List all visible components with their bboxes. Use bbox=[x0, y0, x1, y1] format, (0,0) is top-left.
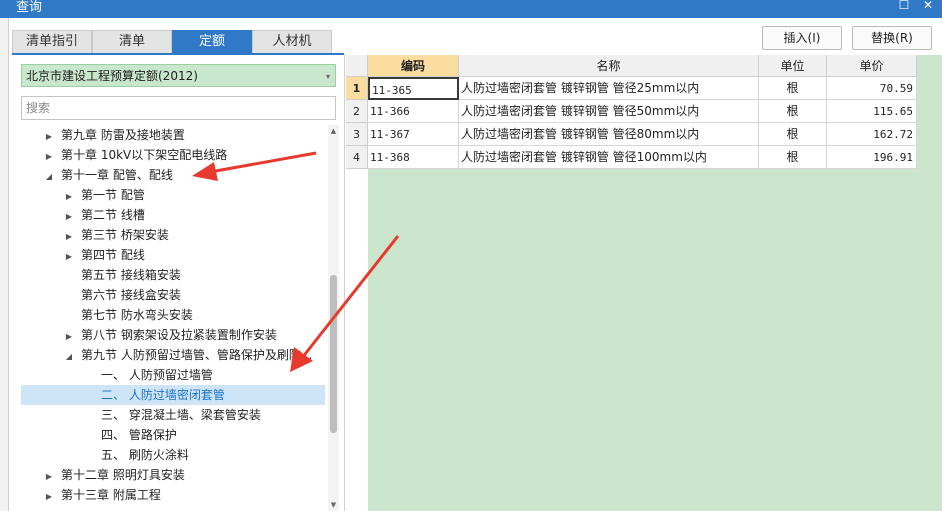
tree-item-label: 二、 人防过墙密闭套管 bbox=[101, 388, 225, 402]
cell-name[interactable]: 人防过墙密闭套管 镀锌钢管 管径25mm以内 bbox=[459, 77, 759, 100]
expand-arrow-icon[interactable]: ▶ bbox=[63, 207, 75, 227]
tree-item[interactable]: 五、 刷防火涂料 bbox=[21, 445, 325, 465]
insert-button[interactable]: 插入(I) bbox=[762, 26, 842, 50]
scroll-up-icon[interactable]: ▲ bbox=[328, 125, 339, 137]
restore-icon[interactable]: ☐ bbox=[896, 0, 912, 12]
cell-unit[interactable]: 根 bbox=[759, 123, 827, 146]
title-bar: 查询 ☐ ✕ bbox=[0, 0, 942, 18]
column-header-name[interactable]: 名称 bbox=[459, 55, 759, 77]
collapse-arrow-icon[interactable]: ◢ bbox=[63, 347, 75, 367]
tree-item[interactable]: ▶ 第八节 钢索架设及拉紧装置制作安装 bbox=[21, 325, 325, 345]
quota-grid: 编码 名称 单位 单价 1 11-365 人防过墙密闭套管 镀锌钢管 管径25mm以… bbox=[346, 55, 942, 511]
tree-item[interactable]: ▶ 第十章 10kV以下架空配电线路 bbox=[21, 145, 325, 165]
tree-item-label: 第六节 接线盒安装 bbox=[81, 288, 181, 302]
scrollbar-thumb[interactable] bbox=[330, 275, 337, 433]
cell-code[interactable]: 11-365 bbox=[368, 77, 459, 100]
close-icon[interactable]: ✕ bbox=[920, 0, 936, 12]
tree-item[interactable]: 第六节 接线盒安装 bbox=[21, 285, 325, 305]
tree-item[interactable]: 四、 管路保护 bbox=[21, 425, 325, 445]
tab-bill-guide[interactable]: 清单指引 bbox=[12, 30, 92, 53]
tree-item[interactable]: 第七节 防水弯头安装 bbox=[21, 305, 325, 325]
tree-item-label: 第十二章 照明灯具安装 bbox=[61, 468, 185, 482]
tree-item[interactable]: ▶ 第十三章 附属工程 bbox=[21, 485, 325, 505]
tree-scrollbar[interactable]: ▲ ▼ bbox=[328, 125, 339, 511]
tree-item[interactable]: ▶ 第十二章 照明灯具安装 bbox=[21, 465, 325, 485]
expand-arrow-icon[interactable]: ▶ bbox=[43, 147, 55, 167]
cell-unit[interactable]: 根 bbox=[759, 100, 827, 123]
expand-arrow-icon[interactable]: ▶ bbox=[63, 327, 75, 347]
expand-arrow-icon[interactable]: ▶ bbox=[63, 227, 75, 247]
tree-item[interactable]: ▶ 第九章 防雷及接地装置 bbox=[21, 125, 325, 145]
column-header-price[interactable]: 单价 bbox=[827, 55, 917, 77]
tab-bill[interactable]: 清单 bbox=[92, 30, 172, 53]
scroll-down-icon[interactable]: ▼ bbox=[328, 499, 339, 511]
tree-item-label: 第九章 防雷及接地装置 bbox=[61, 128, 185, 142]
tree-item-label: 一、 人防预留过墙管 bbox=[101, 368, 213, 382]
cell-name[interactable]: 人防过墙密闭套管 镀锌钢管 管径100mm以内 bbox=[459, 146, 759, 169]
tree-item-label: 第四节 配线 bbox=[81, 248, 145, 262]
tree-item-label: 第七节 防水弯头安装 bbox=[81, 308, 193, 322]
cell-unit[interactable]: 根 bbox=[759, 77, 827, 100]
tree-item[interactable]: ▶ 第三节 桥架安装 bbox=[21, 225, 325, 245]
row-number[interactable]: 3 bbox=[346, 123, 368, 146]
collapse-arrow-icon[interactable]: ◢ bbox=[43, 167, 55, 187]
chapter-tree: ▶ 第九章 防雷及接地装置 ▶ 第十章 10kV以下架空配电线路 ◢ 第十一章 配管、配线… bbox=[21, 125, 327, 511]
search-input[interactable] bbox=[21, 96, 336, 120]
tree-item-label: 三、 穿混凝土墙、梁套管安装 bbox=[101, 408, 261, 422]
tree-item-label: 五、 刷防火涂料 bbox=[101, 448, 189, 462]
cell-price[interactable]: 196.91 bbox=[827, 146, 917, 169]
tab-labor-material-machine[interactable]: 人材机 bbox=[252, 30, 332, 53]
tree-item[interactable]: ▶ 第二节 线槽 bbox=[21, 205, 325, 225]
tree-item-label: 第三节 桥架安装 bbox=[81, 228, 169, 242]
cell-price[interactable]: 115.65 bbox=[827, 100, 917, 123]
expand-arrow-icon[interactable]: ▶ bbox=[63, 247, 75, 267]
tree-item[interactable]: ◢ 第十一章 配管、配线 bbox=[21, 165, 325, 185]
tree-item[interactable]: 二、 人防过墙密闭套管 bbox=[21, 385, 325, 405]
tree-item-label: 第九节 人防预留过墙管、管路保护及刷防... bbox=[81, 348, 313, 362]
tree-item-label: 四、 管路保护 bbox=[101, 428, 177, 442]
tree-item[interactable]: 一、 人防预留过墙管 bbox=[21, 365, 325, 385]
tree-item-label: 第十一章 配管、配线 bbox=[61, 168, 173, 182]
tree-item[interactable]: ▶ 第四节 配线 bbox=[21, 245, 325, 265]
cell-code[interactable]: 11-366 bbox=[368, 100, 459, 123]
window-edge bbox=[0, 18, 9, 511]
cell-code[interactable]: 11-367 bbox=[368, 123, 459, 146]
column-header-unit[interactable]: 单位 bbox=[759, 55, 827, 77]
cell-name[interactable]: 人防过墙密闭套管 镀锌钢管 管径50mm以内 bbox=[459, 100, 759, 123]
cell-unit[interactable]: 根 bbox=[759, 146, 827, 169]
tree-item-label: 第一节 配管 bbox=[81, 188, 145, 202]
cell-price[interactable]: 70.59 bbox=[827, 77, 917, 100]
quota-library-select[interactable]: 北京市建设工程预算定额(2012) ▾ bbox=[21, 64, 336, 87]
tree-item-label: 第八节 钢索架设及拉紧装置制作安装 bbox=[81, 328, 277, 342]
quota-library-value: 北京市建设工程预算定额(2012) bbox=[26, 69, 198, 83]
grid-corner bbox=[346, 55, 368, 77]
expand-arrow-icon[interactable]: ▶ bbox=[43, 467, 55, 487]
tree-item[interactable]: ▶ 第一节 配管 bbox=[21, 185, 325, 205]
expand-arrow-icon[interactable]: ▶ bbox=[43, 487, 55, 507]
row-number[interactable]: 2 bbox=[346, 100, 368, 123]
window-title: 查询 bbox=[16, 0, 43, 15]
tree-item-label: 第五节 接线箱安装 bbox=[81, 268, 181, 282]
expand-arrow-icon[interactable]: ▶ bbox=[63, 187, 75, 207]
tree-item-label: 第十章 10kV以下架空配电线路 bbox=[61, 148, 228, 162]
tab-quota[interactable]: 定额 bbox=[172, 30, 252, 53]
column-header-code[interactable]: 编码 bbox=[368, 55, 459, 77]
expand-arrow-icon[interactable]: ▶ bbox=[43, 127, 55, 147]
cell-price[interactable]: 162.72 bbox=[827, 123, 917, 146]
chevron-down-icon[interactable]: ▾ bbox=[326, 65, 330, 88]
row-number[interactable]: 1 bbox=[346, 77, 368, 100]
tree-item[interactable]: 三、 穿混凝土墙、梁套管安装 bbox=[21, 405, 325, 425]
left-panel: 北京市建设工程预算定额(2012) ▾ ▶ 第九章 防雷及接地装置 ▶ 第十章 10k… bbox=[12, 55, 345, 511]
replace-button[interactable]: 替换(R) bbox=[852, 26, 932, 50]
row-number[interactable]: 4 bbox=[346, 146, 368, 169]
tree-item[interactable]: ◢ 第九节 人防预留过墙管、管路保护及刷防... bbox=[21, 345, 325, 365]
cell-name[interactable]: 人防过墙密闭套管 镀锌钢管 管径80mm以内 bbox=[459, 123, 759, 146]
tree-item[interactable]: 第五节 接线箱安装 bbox=[21, 265, 325, 285]
cell-code[interactable]: 11-368 bbox=[368, 146, 459, 169]
tree-item-label: 第二节 线槽 bbox=[81, 208, 145, 222]
tree-item-label: 第十三章 附属工程 bbox=[61, 488, 161, 502]
